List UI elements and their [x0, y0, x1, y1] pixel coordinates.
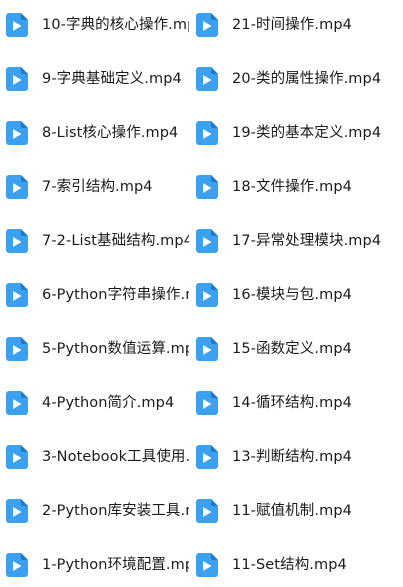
video-file-icon [196, 553, 218, 577]
video-file-icon [196, 229, 218, 253]
file-name-label: 19-类的基本定义.mp4 [232, 125, 382, 141]
video-file-icon [196, 121, 218, 145]
file-name-label: 7-2-List基础结构.mp4 [42, 233, 189, 249]
file-item[interactable]: 1-Python环境配置.mp4 [6, 548, 202, 582]
file-item[interactable]: 15-函数定义.mp4 [196, 332, 403, 366]
file-item[interactable]: 14-循环结构.mp4 [196, 386, 403, 420]
file-name-label: 3-Notebook工具使用.mp4 [42, 449, 189, 465]
file-item[interactable]: 5-Python数值运算.mp4 [6, 332, 202, 366]
file-name-label: 1-Python环境配置.mp4 [42, 557, 189, 573]
file-name-label: 18-文件操作.mp4 [232, 179, 352, 195]
file-name-label: 15-函数定义.mp4 [232, 341, 352, 357]
file-item[interactable]: 10-字典的核心操作.mp4 [6, 8, 202, 42]
video-file-icon [196, 445, 218, 469]
file-name-label: 21-时间操作.mp4 [232, 17, 352, 33]
file-item[interactable]: 17-异常处理模块.mp4 [196, 224, 403, 258]
file-item[interactable]: 2-Python库安装工具.mp4 [6, 494, 202, 528]
video-file-icon [196, 175, 218, 199]
file-name-label: 9-字典基础定义.mp4 [42, 71, 182, 87]
file-item[interactable]: 9-字典基础定义.mp4 [6, 62, 202, 96]
file-item[interactable]: 7-索引结构.mp4 [6, 170, 202, 204]
file-name-label: 2-Python库安装工具.mp4 [42, 503, 189, 519]
file-item[interactable]: 4-Python简介.mp4 [6, 386, 202, 420]
file-name-label: 7-索引结构.mp4 [42, 179, 153, 195]
file-name-label: 10-字典的核心操作.mp4 [42, 17, 189, 33]
file-name-label: 8-List核心操作.mp4 [42, 125, 179, 141]
video-file-icon [196, 67, 218, 91]
file-name-label: 5-Python数值运算.mp4 [42, 341, 189, 357]
video-file-icon [6, 67, 28, 91]
file-name-label: 16-模块与包.mp4 [232, 287, 352, 303]
file-item[interactable]: 16-模块与包.mp4 [196, 278, 403, 312]
file-item[interactable]: 21-时间操作.mp4 [196, 8, 403, 42]
video-file-icon [6, 121, 28, 145]
video-file-icon [6, 337, 28, 361]
file-name-label: 6-Python字符串操作.mp4 [42, 287, 189, 303]
video-file-icon [196, 283, 218, 307]
file-item[interactable]: 6-Python字符串操作.mp4 [6, 278, 202, 312]
file-item[interactable]: 11-Set结构.mp4 [196, 548, 403, 582]
video-file-icon [196, 13, 218, 37]
file-name-label: 14-循环结构.mp4 [232, 395, 352, 411]
video-file-icon [196, 337, 218, 361]
file-grid: 10-字典的核心操作.mp4 9-字典基础定义.mp4 8-List核心操作.mp4… [0, 0, 403, 587]
file-item[interactable]: 18-文件操作.mp4 [196, 170, 403, 204]
file-name-label: 11-Set结构.mp4 [232, 557, 347, 573]
file-item[interactable]: 7-2-List基础结构.mp4 [6, 224, 202, 258]
file-item[interactable]: 8-List核心操作.mp4 [6, 116, 202, 150]
video-file-icon [6, 283, 28, 307]
video-file-icon [196, 391, 218, 415]
file-item[interactable]: 20-类的属性操作.mp4 [196, 62, 403, 96]
video-file-icon [6, 229, 28, 253]
video-file-icon [196, 499, 218, 523]
video-file-icon [6, 445, 28, 469]
file-item[interactable]: 13-判断结构.mp4 [196, 440, 403, 474]
file-name-label: 13-判断结构.mp4 [232, 449, 352, 465]
video-file-icon [6, 13, 28, 37]
file-item[interactable]: 11-赋值机制.mp4 [196, 494, 403, 528]
file-item[interactable]: 19-类的基本定义.mp4 [196, 116, 403, 150]
video-file-icon [6, 553, 28, 577]
file-name-label: 20-类的属性操作.mp4 [232, 71, 382, 87]
file-name-label: 17-异常处理模块.mp4 [232, 233, 382, 249]
file-item[interactable]: 3-Notebook工具使用.mp4 [6, 440, 202, 474]
file-name-label: 4-Python简介.mp4 [42, 395, 175, 411]
video-file-icon [6, 175, 28, 199]
file-name-label: 11-赋值机制.mp4 [232, 503, 352, 519]
video-file-icon [6, 391, 28, 415]
video-file-icon [6, 499, 28, 523]
